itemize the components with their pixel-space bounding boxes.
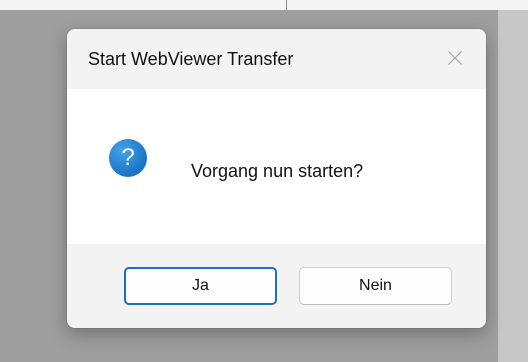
dialog-content: ? Vorgang nun starten? — [67, 89, 486, 244]
no-button[interactable]: Nein — [299, 267, 452, 305]
dialog-button-bar: Ja Nein — [67, 244, 486, 328]
background-window-top — [0, 0, 528, 10]
no-button-label: Nein — [359, 277, 392, 294]
yes-button-label: Ja — [192, 277, 209, 294]
question-mark-glyph: ? — [121, 144, 135, 171]
message-dialog: Start WebViewer Transfer ? Vorgang nun s… — [67, 29, 486, 328]
question-icon: ? — [109, 139, 147, 177]
dialog-title-bar[interactable]: Start WebViewer Transfer — [67, 29, 486, 89]
close-button[interactable] — [435, 43, 475, 73]
yes-button[interactable]: Ja — [124, 267, 277, 305]
background-window-divider — [286, 0, 287, 10]
background-window-edge — [498, 10, 528, 362]
dialog-title: Start WebViewer Transfer — [88, 49, 294, 69]
dialog-message: Vorgang nun starten? — [191, 161, 364, 181]
close-icon — [448, 51, 462, 65]
